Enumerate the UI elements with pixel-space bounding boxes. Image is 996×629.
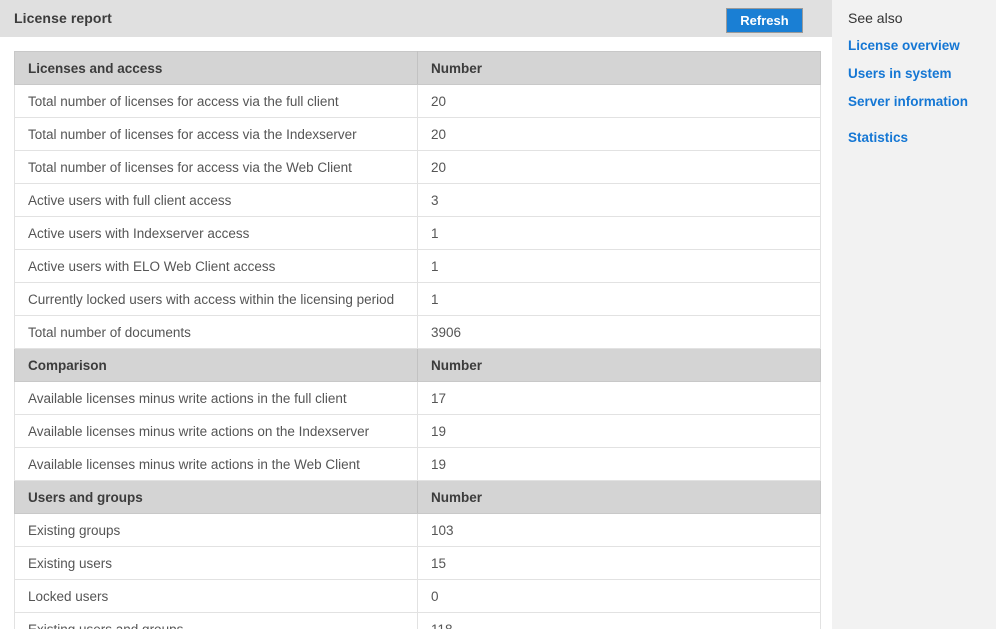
page-title: License report (14, 10, 112, 26)
table-row: Active users with full client access 3 (14, 183, 821, 217)
row-label: Active users with full client access (14, 183, 418, 217)
license-report-table: Licenses and access Number Total number of… (14, 51, 821, 629)
row-value: 19 (417, 447, 821, 481)
table-row: Existing groups 103 (14, 513, 821, 547)
table-row: Available licenses minus write actions i… (14, 381, 821, 415)
table-row: Existing users and groups 118 (14, 612, 821, 629)
table-section-header-row: Comparison Number (14, 348, 821, 382)
row-value: 20 (417, 84, 821, 118)
section-header-value: Number (417, 51, 821, 85)
sidebar-link-users-in-system[interactable]: Users in system (848, 66, 952, 81)
row-label: Active users with ELO Web Client access (14, 249, 418, 283)
table-row: Available licenses minus write actions o… (14, 414, 821, 448)
refresh-button[interactable]: Refresh (726, 8, 803, 33)
table-row: Locked users 0 (14, 579, 821, 613)
row-value: 103 (417, 513, 821, 547)
main-content-area: License report Refresh Licenses and acce… (0, 0, 832, 629)
table-row: Total number of licenses for access via … (14, 84, 821, 118)
see-also-heading: See also (848, 10, 903, 26)
table-row: Existing users 15 (14, 546, 821, 580)
table-row: Available licenses minus write actions i… (14, 447, 821, 481)
row-label: Total number of licenses for access via … (14, 84, 418, 118)
table-section-header-row: Users and groups Number (14, 480, 821, 514)
row-value: 20 (417, 117, 821, 151)
section-header-value: Number (417, 348, 821, 382)
sidebar-link-statistics[interactable]: Statistics (848, 130, 908, 145)
row-label: Locked users (14, 579, 418, 613)
row-value: 118 (417, 612, 821, 629)
row-label: Currently locked users with access withi… (14, 282, 418, 316)
row-value: 17 (417, 381, 821, 415)
row-label: Existing users (14, 546, 418, 580)
row-value: 1 (417, 249, 821, 283)
row-label: Active users with Indexserver access (14, 216, 418, 250)
row-value: 1 (417, 216, 821, 250)
row-label: Available licenses minus write actions o… (14, 414, 418, 448)
page-header-bar: License report Refresh (0, 0, 832, 37)
license-report-page: License report Refresh Licenses and acce… (0, 0, 996, 629)
section-header-label: Licenses and access (14, 51, 418, 85)
row-value: 1 (417, 282, 821, 316)
table-row: Currently locked users with access withi… (14, 282, 821, 316)
table-row: Active users with ELO Web Client access 1 (14, 249, 821, 283)
row-label: Total number of licenses for access via … (14, 150, 418, 184)
row-label: Existing users and groups (14, 612, 418, 629)
section-header-value: Number (417, 480, 821, 514)
row-value: 3906 (417, 315, 821, 349)
row-value: 3 (417, 183, 821, 217)
row-label: Existing groups (14, 513, 418, 547)
row-value: 15 (417, 546, 821, 580)
table-row: Total number of licenses for access via … (14, 150, 821, 184)
table-row: Active users with Indexserver access 1 (14, 216, 821, 250)
row-value: 0 (417, 579, 821, 613)
see-also-sidebar: See also License overview Users in syste… (832, 0, 996, 629)
section-header-label: Comparison (14, 348, 418, 382)
row-label: Available licenses minus write actions i… (14, 381, 418, 415)
row-value: 20 (417, 150, 821, 184)
row-value: 19 (417, 414, 821, 448)
row-label: Available licenses minus write actions i… (14, 447, 418, 481)
section-header-label: Users and groups (14, 480, 418, 514)
table-row: Total number of licenses for access via … (14, 117, 821, 151)
row-label: Total number of licenses for access via … (14, 117, 418, 151)
sidebar-link-server-information[interactable]: Server information (848, 94, 968, 109)
sidebar-link-license-overview[interactable]: License overview (848, 38, 960, 53)
license-report-table-container: Licenses and access Number Total number of… (14, 51, 821, 629)
table-section-header-row: Licenses and access Number (14, 51, 821, 85)
row-label: Total number of documents (14, 315, 418, 349)
table-row: Total number of documents 3906 (14, 315, 821, 349)
